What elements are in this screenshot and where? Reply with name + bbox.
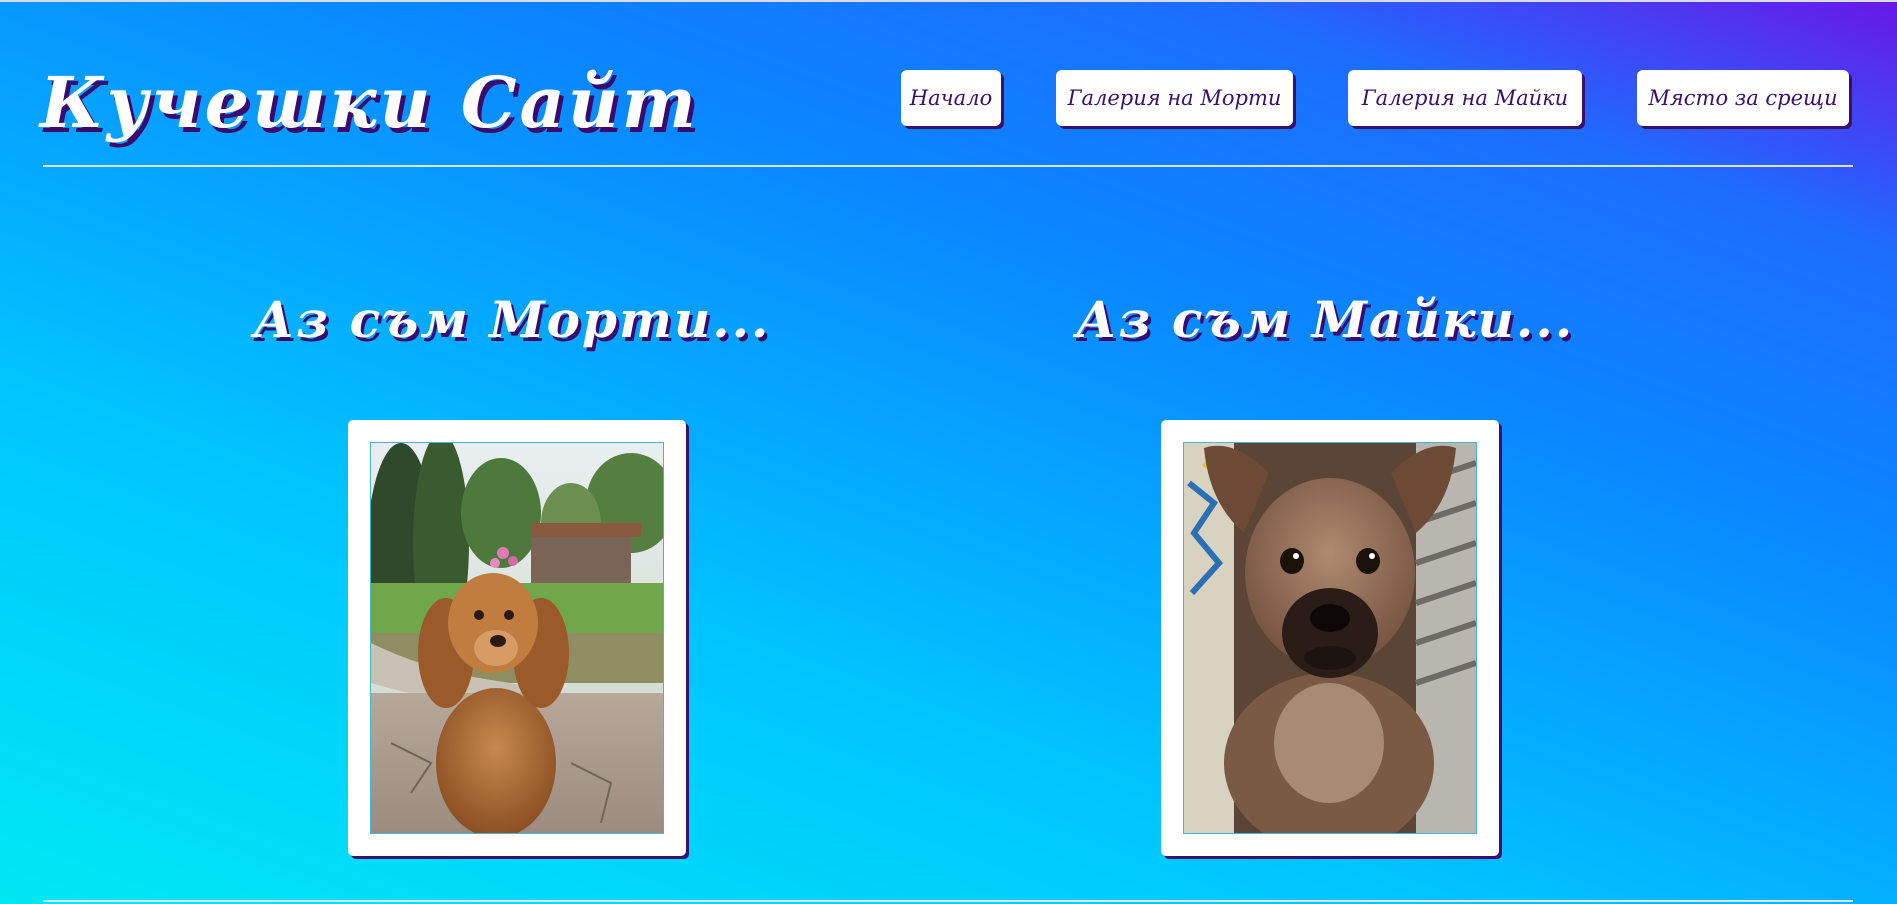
footer-divider (43, 900, 1853, 902)
morty-photo-card (348, 420, 686, 856)
morty-photo (370, 442, 664, 834)
morty-heading: Аз съм Морти... (253, 290, 771, 349)
nav-meeting-place-button[interactable]: Място за срещи (1637, 70, 1849, 126)
mikey-photo (1183, 442, 1477, 834)
main-nav: Начало Галерия на Морти Галерия на Майки… (0, 70, 1897, 128)
top-border (0, 0, 1897, 2)
nav-mikey-gallery-button[interactable]: Галерия на Майки (1348, 70, 1582, 126)
header-divider (43, 165, 1853, 167)
nav-morty-gallery-button[interactable]: Галерия на Морти (1056, 70, 1293, 126)
mikey-photo-card (1161, 420, 1499, 856)
mikey-heading: Аз съм Майки... (1075, 290, 1575, 349)
nav-home-button[interactable]: Начало (901, 70, 1001, 126)
